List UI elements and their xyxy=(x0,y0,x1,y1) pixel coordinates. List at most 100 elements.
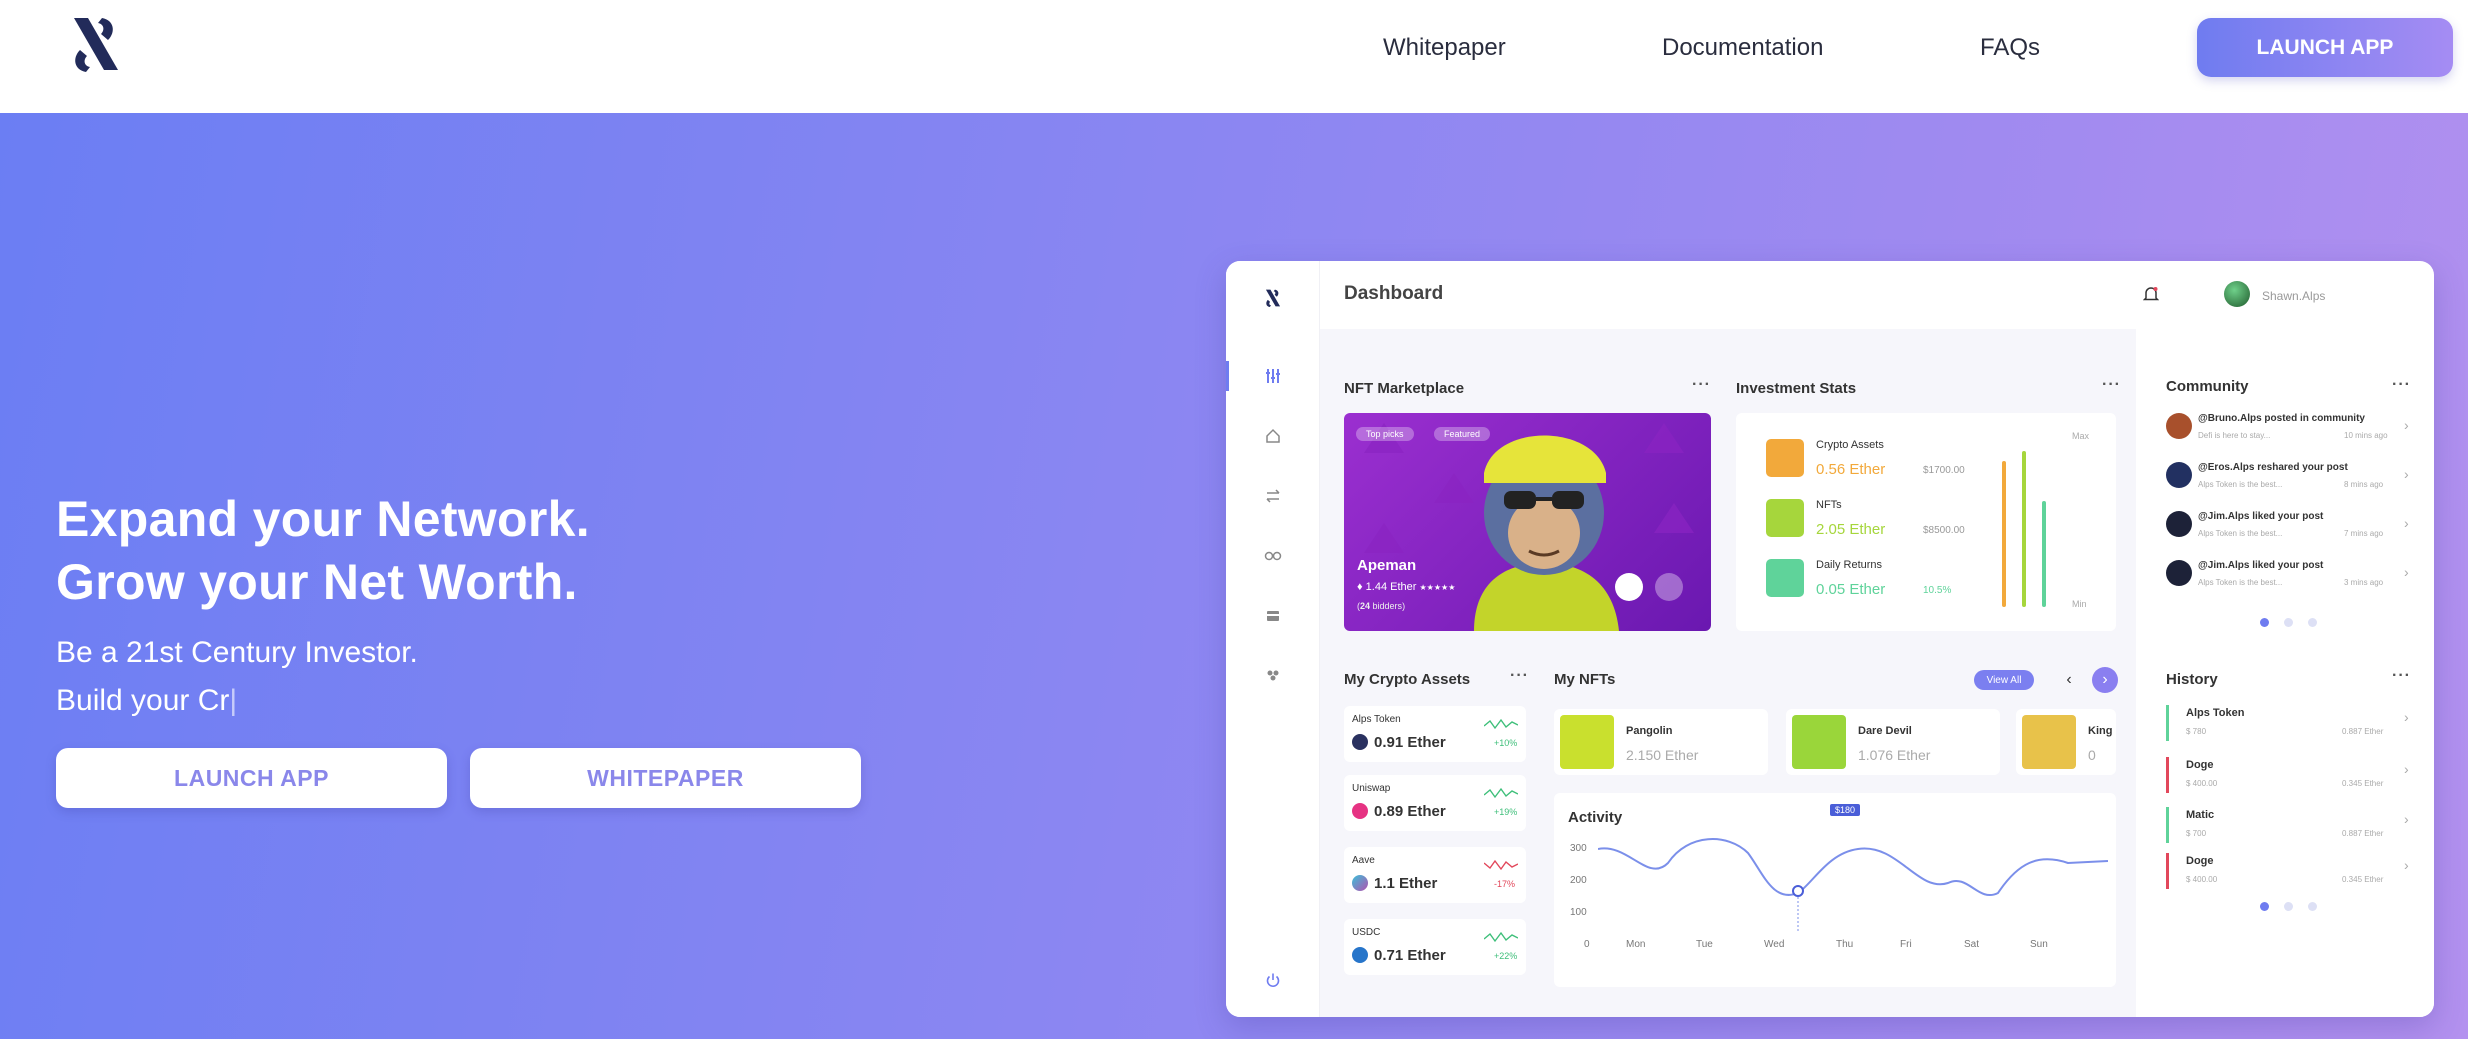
aleph-logo-icon[interactable] xyxy=(68,14,124,74)
history-more-icon[interactable]: ··· xyxy=(2392,667,2411,685)
asset-name: Aave xyxy=(1352,855,1375,866)
nav-faqs-link[interactable]: FAQs xyxy=(1980,34,2040,62)
stat-crypto-value: 0.56 Ether xyxy=(1816,461,1886,478)
chevron-left-icon[interactable]: ‹ xyxy=(2056,667,2082,693)
community-item-time: 8 mins ago xyxy=(2344,480,2384,489)
community-item[interactable]: @Jim.Alps liked your post Alps Token is … xyxy=(2166,558,2416,598)
chat-icon[interactable] xyxy=(1655,573,1683,601)
home-icon[interactable] xyxy=(1262,425,1284,447)
crypto-assets-bar xyxy=(2002,461,2006,607)
nft-rating-stars: ★★★★★ xyxy=(1419,583,1456,592)
history-indicator xyxy=(2166,757,2169,793)
user-name: Shawn.Alps xyxy=(2262,289,2326,303)
hero-subtitle-line-1: Be a 21st Century Investor. xyxy=(56,636,418,669)
community-item-title: @Jim.Alps liked your post xyxy=(2198,560,2324,571)
asset-change: -17% xyxy=(1494,879,1516,889)
asset-name: Alps Token xyxy=(1352,714,1401,725)
transfer-icon[interactable] xyxy=(1262,485,1284,507)
community-more-icon[interactable]: ··· xyxy=(2392,376,2411,394)
carousel-dot[interactable] xyxy=(2284,618,2293,627)
crypto-assets-more-icon[interactable]: ··· xyxy=(1510,667,1529,685)
community-item-title: @Jim.Alps liked your post xyxy=(2198,511,2324,522)
history-item[interactable]: Doge $ 400.00 0.345 Ether › xyxy=(2166,757,2416,797)
nft-featured-card[interactable]: Top picks Featured Apeman ♦ 1.44 Ether ★… xyxy=(1344,413,1711,631)
history-item[interactable]: Doge $ 400.00 0.345 Ether › xyxy=(2166,853,2416,893)
sliders-icon[interactable] xyxy=(1262,365,1284,387)
asset-name: USDC xyxy=(1352,927,1381,938)
nft-item-card[interactable]: Pangolin 2.150 Ether xyxy=(1554,709,1768,775)
activity-tooltip: $180 xyxy=(1830,804,1861,816)
view-all-button[interactable]: View All xyxy=(1974,670,2034,690)
nft-name: Apeman xyxy=(1357,557,1417,574)
history-item-eth: 0.887 Ether xyxy=(2342,829,2384,838)
nft-item-card[interactable]: Dare Devil 1.076 Ether xyxy=(1786,709,2000,775)
x-tick: Sun xyxy=(2030,939,2048,950)
carousel-dot-active[interactable] xyxy=(2260,618,2269,627)
nft-item-price: 0 xyxy=(2088,747,2096,763)
bell-icon[interactable] xyxy=(2140,283,2162,305)
crypto-asset-row[interactable]: Aave 1.1 Ether -17% xyxy=(1344,847,1526,903)
nft-item-card[interactable]: King 0 xyxy=(2016,709,2116,775)
nft-bidders: (24 bidders) xyxy=(1357,601,1406,611)
stats-max-label: Max xyxy=(2072,431,2090,441)
chevron-right-icon: › xyxy=(2404,466,2409,482)
history-item[interactable]: Matic $ 700 0.887 Ether › xyxy=(2166,807,2416,847)
x-tick: Thu xyxy=(1836,939,1854,950)
history-item[interactable]: Alps Token $ 780 0.887 Ether › xyxy=(2166,705,2416,745)
investment-stats-more-icon[interactable]: ··· xyxy=(2102,376,2121,394)
community-avatar xyxy=(2166,560,2192,586)
typing-cursor: | xyxy=(229,684,238,717)
carousel-dot[interactable] xyxy=(2308,618,2317,627)
carousel-dot[interactable] xyxy=(2308,902,2317,911)
stat-nfts-label: NFTs xyxy=(1816,499,1842,511)
nav-documentation-link[interactable]: Documentation xyxy=(1662,34,1823,62)
hero-headline-line-1: Expand your Network. xyxy=(56,491,590,547)
dashboard-logo-icon xyxy=(1262,287,1284,309)
tag-featured[interactable]: Featured xyxy=(1434,427,1491,441)
bidder-avatar[interactable] xyxy=(1615,573,1643,601)
history-indicator xyxy=(2166,807,2169,843)
community-item[interactable]: @Eros.Alps reshared your post Alps Token… xyxy=(2166,460,2416,500)
nft-item-name: Dare Devil xyxy=(1858,725,1912,737)
infinity-icon[interactable] xyxy=(1262,545,1284,567)
nfts-icon xyxy=(1766,499,1804,537)
y-tick: 0 xyxy=(1584,939,1590,950)
crypto-asset-row[interactable]: USDC 0.71 Ether +22% xyxy=(1344,919,1526,975)
asset-change: +10% xyxy=(1494,738,1518,748)
community-item[interactable]: @Bruno.Alps posted in community Defi is … xyxy=(2166,411,2416,451)
crypto-asset-row[interactable]: Uniswap 0.89 Ether +19% xyxy=(1344,775,1526,831)
y-tick: 300 xyxy=(1570,843,1587,854)
carousel-dot[interactable] xyxy=(2284,902,2293,911)
stat-crypto-usd: $1700.00 xyxy=(1923,465,1965,476)
hero-launch-app-button[interactable]: LAUNCH APP xyxy=(56,748,447,808)
tag-top-picks[interactable]: Top picks xyxy=(1356,427,1414,441)
history-item-name: Doge xyxy=(2186,855,2214,867)
carousel-dot-active[interactable] xyxy=(2260,902,2269,911)
card-icon[interactable] xyxy=(1262,605,1284,627)
activity-line-chart xyxy=(1598,838,2108,931)
community-avatar xyxy=(2166,462,2192,488)
history-item-eth: 0.345 Ether xyxy=(2342,779,2384,788)
history-item-eth: 0.887 Ether xyxy=(2342,727,2384,736)
daily-returns-bar xyxy=(2042,501,2046,607)
launch-app-nav-button[interactable]: LAUNCH APP xyxy=(2197,18,2453,77)
power-icon[interactable] xyxy=(1262,969,1284,991)
nft-bidders-count: 24 xyxy=(1360,601,1371,611)
x-tick: Fri xyxy=(1900,939,1912,950)
aave-icon xyxy=(1352,875,1368,891)
users-icon[interactable] xyxy=(1262,665,1284,687)
user-avatar[interactable] xyxy=(2224,281,2250,307)
nft-marketplace-title: NFT Marketplace xyxy=(1344,380,1465,397)
chevron-right-icon[interactable]: › xyxy=(2092,667,2118,693)
crypto-asset-row[interactable]: Alps Token 0.91 Ether +10% xyxy=(1344,706,1526,762)
history-item-name: Matic xyxy=(2186,809,2215,821)
hero-whitepaper-button[interactable]: WHITEPAPER xyxy=(470,748,861,808)
community-item-title: @Eros.Alps reshared your post xyxy=(2198,462,2348,473)
nav-whitepaper-link[interactable]: Whitepaper xyxy=(1383,34,1506,62)
community-avatar xyxy=(2166,511,2192,537)
nft-marketplace-more-icon[interactable]: ··· xyxy=(1692,376,1711,394)
hero-subtitle-prefix: Build your xyxy=(56,684,198,717)
history-item-usd: $ 400.00 xyxy=(2186,779,2218,788)
chevron-right-icon: › xyxy=(2404,515,2409,531)
community-item[interactable]: @Jim.Alps liked your post Alps Token is … xyxy=(2166,509,2416,549)
